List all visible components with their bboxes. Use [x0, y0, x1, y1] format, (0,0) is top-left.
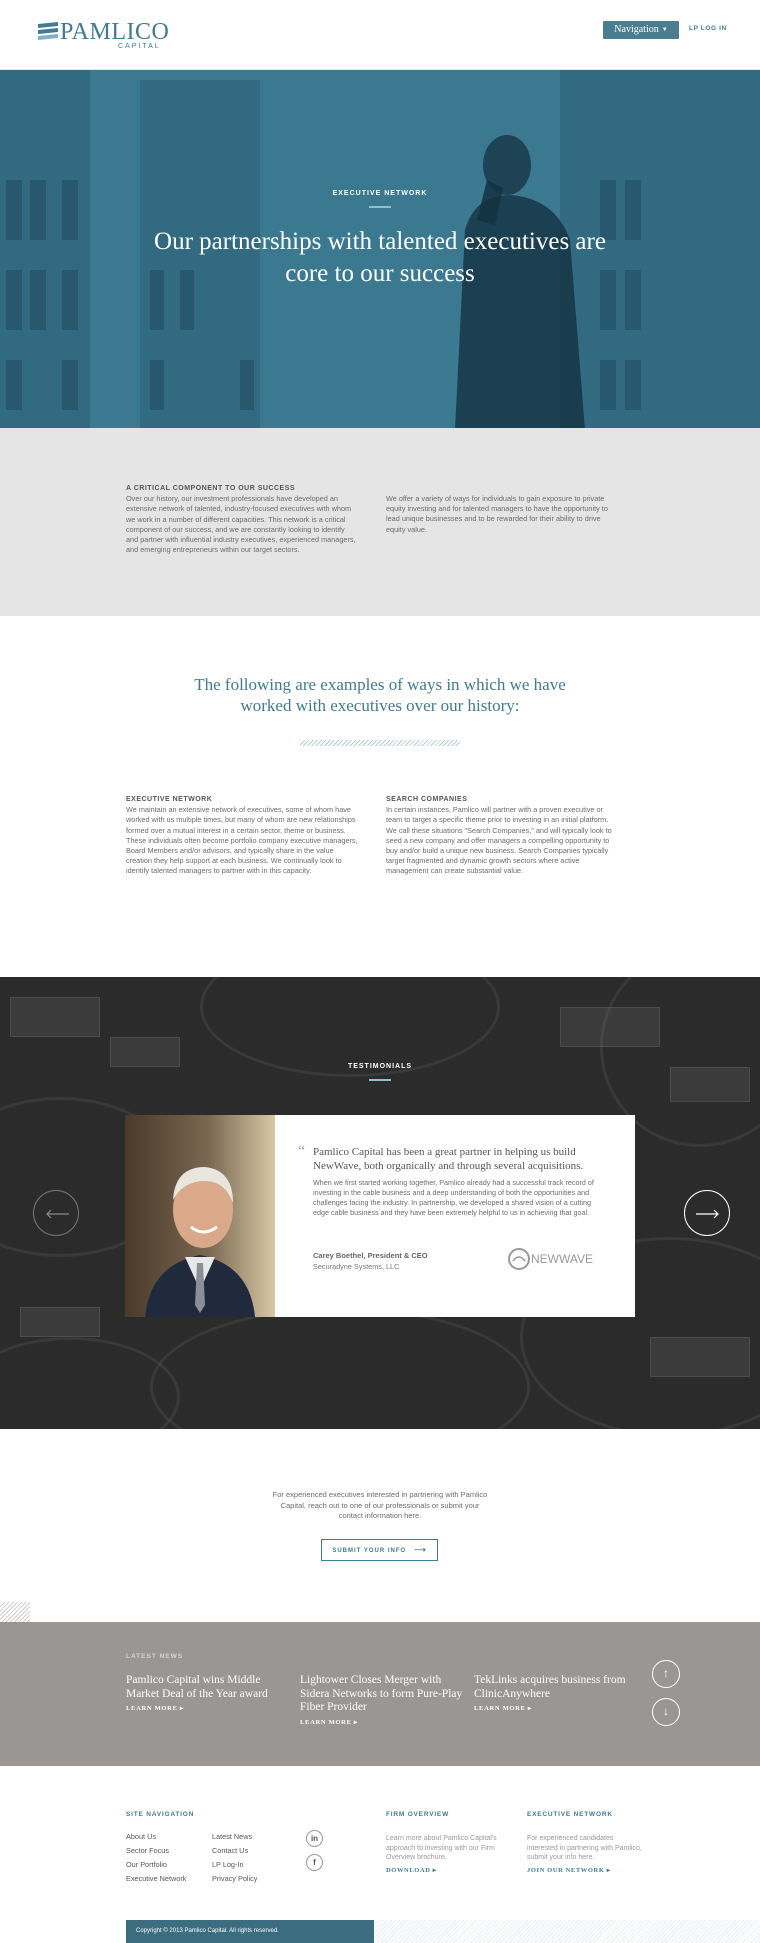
navigation-button[interactable]: Navigation ▼: [603, 21, 679, 39]
learn-more-link[interactable]: LEARN MORE ▸: [126, 1704, 291, 1712]
news-title[interactable]: Lightower Closes Merger with Sidera Netw…: [300, 1674, 465, 1715]
executive-network-heading: EXECUTIVE NETWORK: [126, 796, 213, 803]
news-item[interactable]: Pamlico Capital wins Middle Market Deal …: [126, 1674, 291, 1712]
testimonial-body: When we first started working together, …: [313, 1178, 594, 1217]
news-up-button[interactable]: ↑: [652, 1660, 680, 1688]
submit-info-button[interactable]: SUBMIT YOUR INFO ⟶: [321, 1539, 438, 1561]
firm-overview-text: Learn more about Pamlico Capital's appro…: [386, 1835, 497, 1861]
intro-right-column: We offer a variety of ways for individua…: [386, 494, 618, 535]
news-down-button[interactable]: ↓: [652, 1698, 680, 1726]
footer-link-news[interactable]: Latest News: [212, 1832, 252, 1841]
latest-news-section: LATEST NEWS Pamlico Capital wins Middle …: [0, 1622, 760, 1766]
site-nav-heading: SITE NAVIGATION: [126, 1811, 195, 1818]
footer-link-lp-login[interactable]: LP Log-In: [212, 1860, 244, 1869]
learn-more-link[interactable]: LEARN MORE ▸: [300, 1718, 465, 1726]
linkedin-icon[interactable]: in: [306, 1830, 323, 1847]
hero-title: Our partnerships with talented executive…: [154, 228, 606, 287]
search-companies-text: In certain instances, Pamlico will partn…: [386, 805, 612, 876]
svg-text:NEWWAVE: NEWWAVE: [531, 1252, 593, 1266]
executive-network-text: We maintain an extensive network of exec…: [126, 805, 358, 876]
lp-login-link[interactable]: LP LOG IN: [689, 25, 727, 32]
examples-title: The following are examples of ways in wh…: [194, 675, 566, 715]
testimonial-company: Securadyne Systems, LLC: [313, 1262, 400, 1271]
facebook-icon[interactable]: f: [306, 1854, 323, 1871]
testimonial-quote: Pamlico Capital has been a great partner…: [313, 1146, 584, 1172]
newwave-logo: NEWWAVE: [508, 1248, 593, 1270]
footer-hatch-decoration: [374, 1920, 760, 1943]
copyright-bar: Copyright © 2013 Pamlico Capital. All ri…: [126, 1920, 374, 1943]
arrow-down-icon: ↓: [663, 1704, 669, 1718]
footer-link-portfolio[interactable]: Our Portfolio: [126, 1860, 167, 1869]
quote-mark-icon: “: [298, 1143, 306, 1160]
navigation-label: Navigation: [614, 24, 659, 35]
intro-section: A CRITICAL COMPONENT TO OUR SUCCESS Over…: [0, 428, 760, 616]
executive-network-footer-text: For experienced candidates interested in…: [527, 1835, 642, 1861]
arrow-left-icon: [46, 1209, 69, 1219]
site-header: PAMLICO CAPITAL Navigation ▼ LP LOG IN: [0, 0, 760, 70]
site-footer: SITE NAVIGATION About Us Sector Focus Ou…: [0, 1766, 760, 1943]
examples-divider: [300, 740, 460, 746]
footer-link-contact[interactable]: Contact Us: [212, 1846, 248, 1855]
testimonials-section: TESTIMONIALS “ Pamlico Capital has been …: [0, 977, 760, 1429]
executive-cta-section: For experienced executives interested in…: [0, 1429, 760, 1622]
news-item[interactable]: Lightower Closes Merger with Sidera Netw…: [300, 1674, 465, 1726]
search-companies-heading: SEARCH COMPANIES: [386, 796, 468, 803]
news-title[interactable]: Pamlico Capital wins Middle Market Deal …: [126, 1674, 291, 1701]
pamlico-logo[interactable]: PAMLICO CAPITAL: [38, 20, 169, 52]
prev-testimonial-button[interactable]: [33, 1190, 79, 1236]
intro-right-text: We offer a variety of ways for individua…: [386, 494, 608, 534]
cta-text: For experienced executives interested in…: [272, 1490, 488, 1520]
arrow-right-icon: ⟶: [414, 1545, 427, 1554]
logo-sub: CAPITAL: [118, 43, 161, 50]
submit-info-label: SUBMIT YOUR INFO: [332, 1548, 407, 1554]
examples-section: The following are examples of ways in wh…: [0, 616, 760, 977]
testimonial-card: “ Pamlico Capital has been a great partn…: [125, 1115, 635, 1317]
logo-name: PAMLICO: [60, 19, 170, 45]
testimonials-divider: [369, 1079, 391, 1081]
arrow-right-icon: [696, 1209, 719, 1219]
download-link[interactable]: DOWNLOAD ▸: [386, 1866, 437, 1874]
footer-link-privacy[interactable]: Privacy Policy: [212, 1874, 257, 1883]
arrow-up-icon: ↑: [663, 1666, 669, 1680]
intro-left-text: Over our history, our investment profess…: [126, 494, 356, 555]
footer-link-sector[interactable]: Sector Focus: [126, 1846, 169, 1855]
hero-divider: [369, 206, 391, 208]
executive-network-footer-heading: EXECUTIVE NETWORK: [527, 1811, 613, 1818]
footer-link-about[interactable]: About Us: [126, 1832, 156, 1841]
intro-heading: A CRITICAL COMPONENT TO OUR SUCCESS: [126, 485, 296, 492]
latest-news-label: LATEST NEWS: [126, 1653, 184, 1660]
caret-down-icon: ▼: [661, 27, 668, 33]
footer-link-executive[interactable]: Executive Network: [126, 1874, 186, 1883]
news-title[interactable]: TekLinks acquires business from ClinicAn…: [474, 1674, 639, 1701]
join-network-link[interactable]: JOIN OUR NETWORK ▸: [527, 1866, 611, 1874]
news-item[interactable]: TekLinks acquires business from ClinicAn…: [474, 1674, 639, 1712]
hero-eyebrow: EXECUTIVE NETWORK: [332, 190, 428, 197]
executive-photo: [125, 1115, 275, 1317]
firm-overview-heading: FIRM OVERVIEW: [386, 1811, 450, 1818]
logo-mark-icon: [38, 22, 58, 40]
hero-banner: EXECUTIVE NETWORK Our partnerships with …: [0, 70, 760, 428]
executive-network-column: EXECUTIVE NETWORK We maintain an extensi…: [126, 795, 358, 877]
testimonial-author: Carey Boethel, President & CEO: [313, 1251, 428, 1260]
learn-more-link[interactable]: LEARN MORE ▸: [474, 1704, 639, 1712]
testimonials-label: TESTIMONIALS: [347, 1063, 413, 1070]
search-companies-column: SEARCH COMPANIES In certain instances, P…: [386, 795, 618, 877]
intro-left-column: A CRITICAL COMPONENT TO OUR SUCCESS Over…: [126, 484, 358, 555]
next-testimonial-button[interactable]: [684, 1190, 730, 1236]
